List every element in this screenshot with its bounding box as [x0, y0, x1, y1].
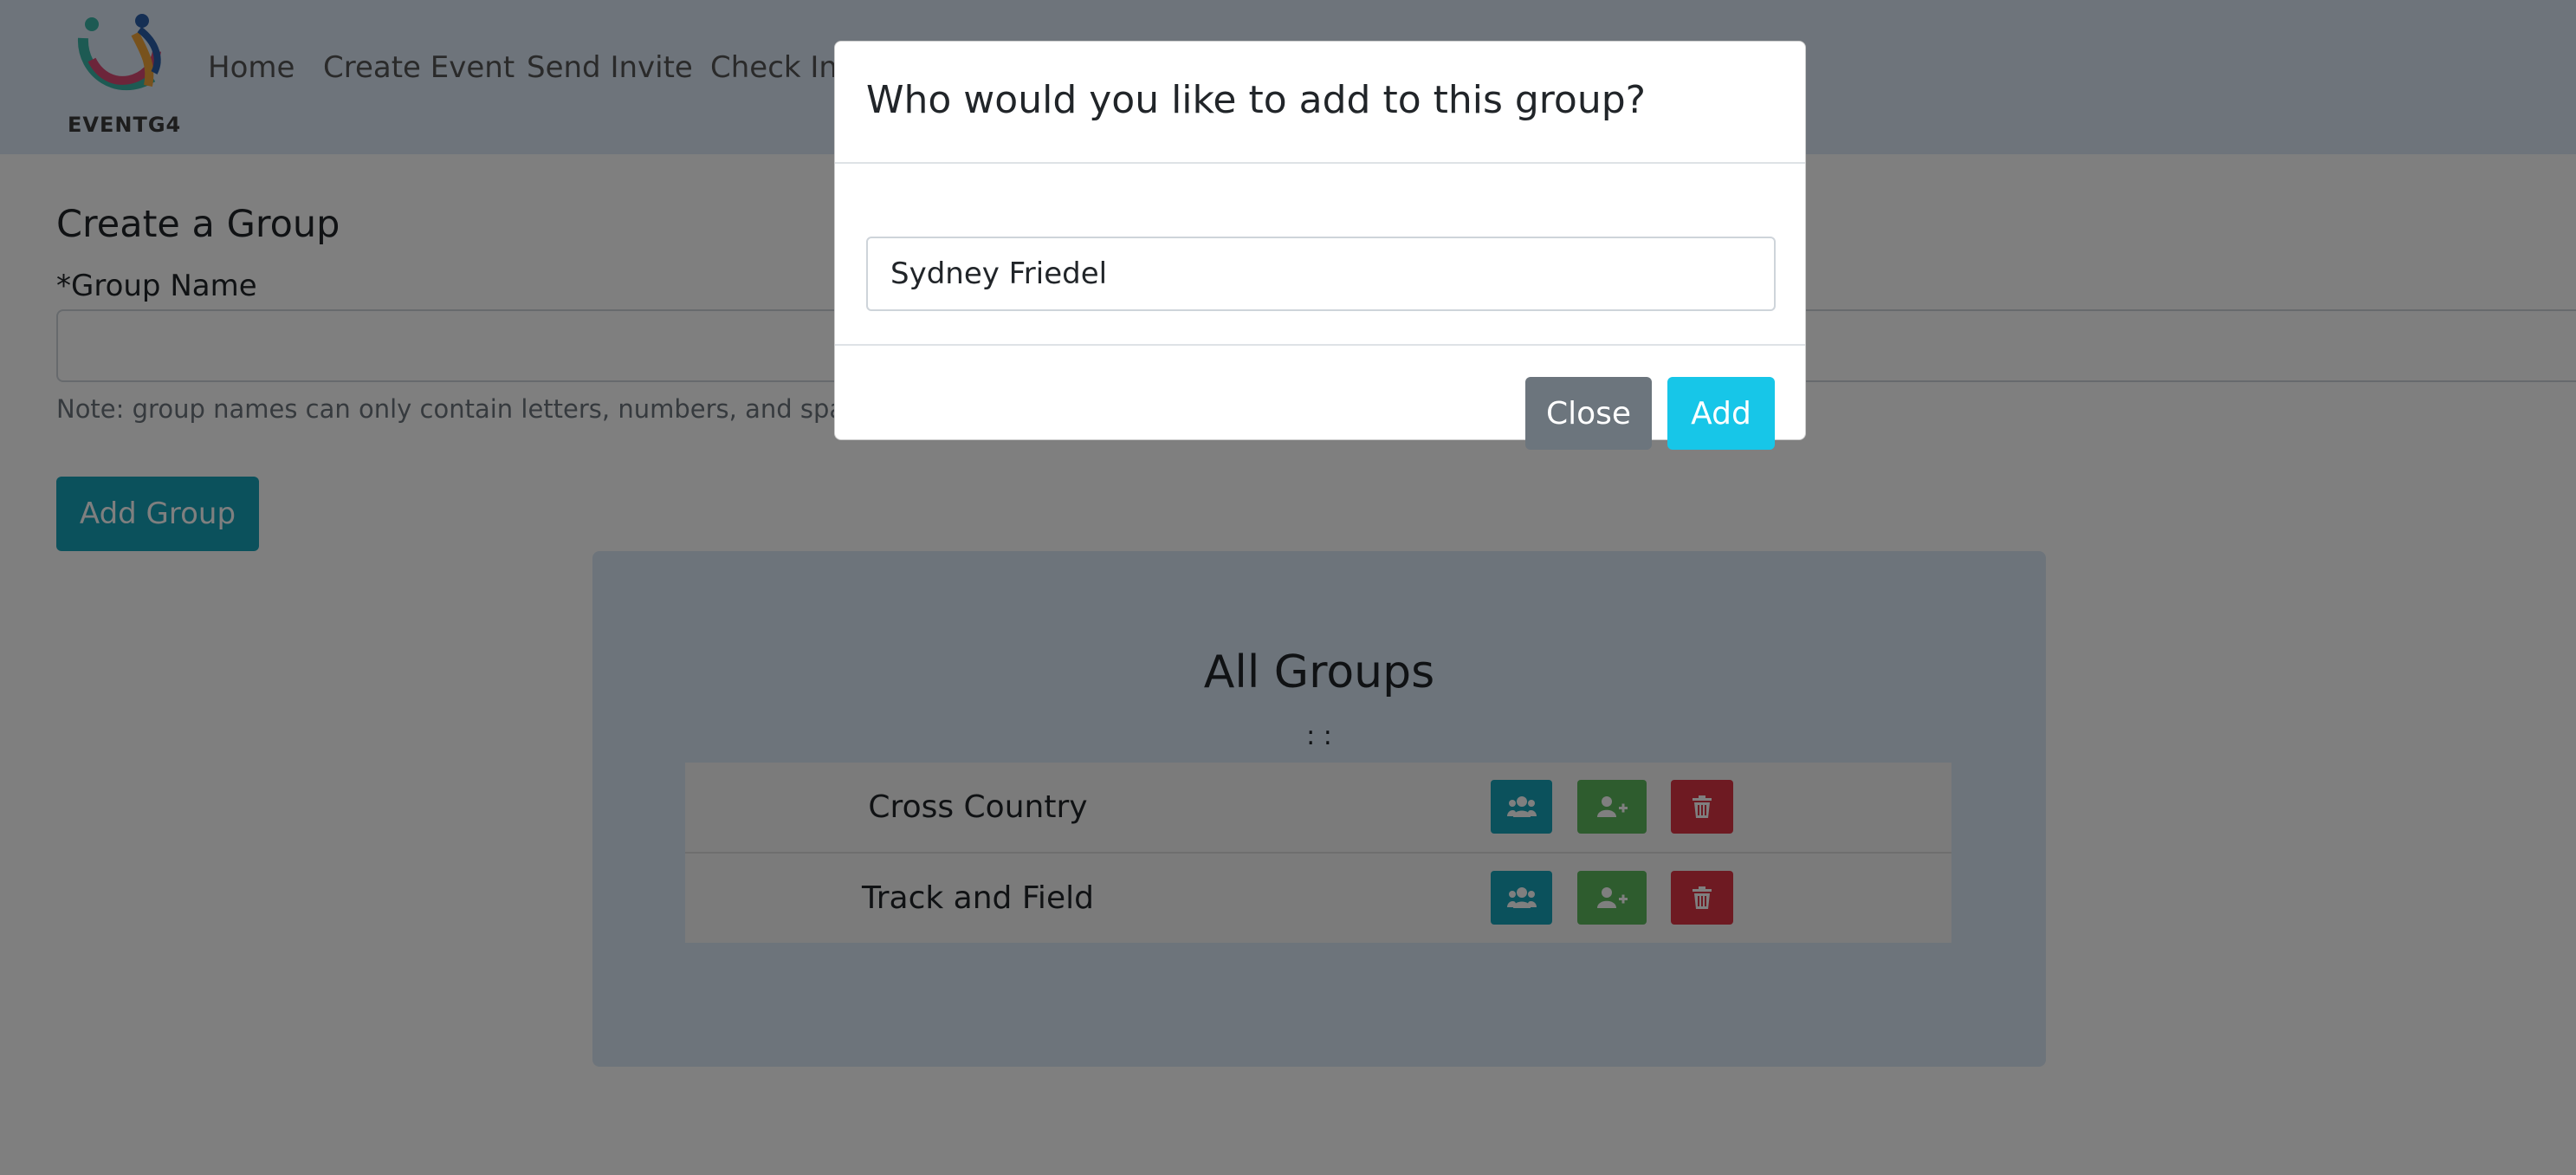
add-member-modal: Who would you like to add to this group?…	[834, 41, 1806, 450]
modal-title: Who would you like to add to this group?	[866, 78, 1647, 122]
close-button[interactable]: Close	[1525, 377, 1652, 450]
modal-body	[835, 164, 1805, 344]
modal-footer: Close Add	[835, 344, 1805, 450]
add-button[interactable]: Add	[1667, 377, 1775, 450]
member-name-input[interactable]	[866, 237, 1776, 311]
modal-header: Who would you like to add to this group?	[835, 42, 1805, 164]
